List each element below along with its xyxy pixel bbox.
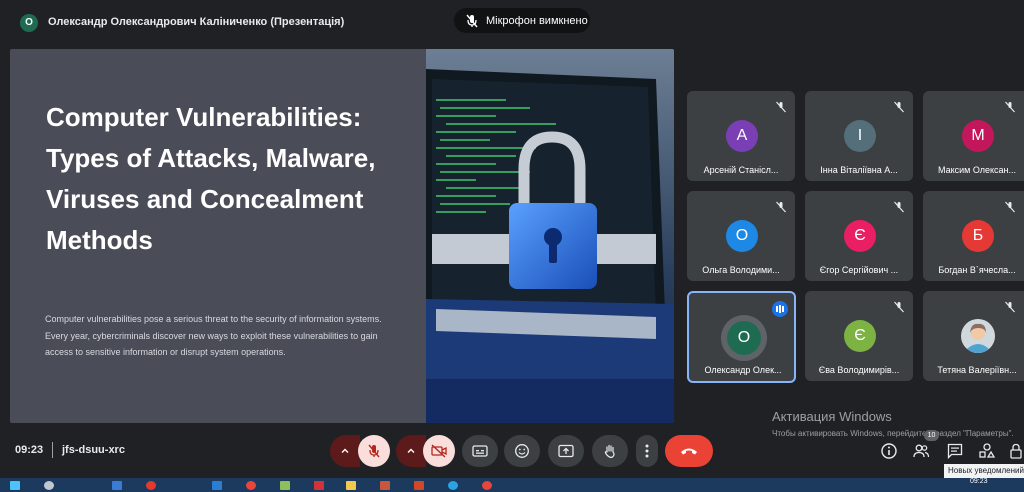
participant-tile[interactable]: Є Єгор Сергійович ... [805,191,913,281]
avatar: О [726,220,758,252]
meeting-code: jfs-dsuu-xrc [62,444,125,456]
windows-activation-subtitle: Чтобы активировать Windows, перейдите в … [772,429,1014,438]
camera-toggle-button[interactable] [423,435,455,467]
slide-title: Computer Vulnerabilities: Types of Attac… [46,102,376,255]
participant-name: Єгор Сергійович ... [819,265,899,275]
participant-tile[interactable]: Б Богдан В`ячесла... [923,191,1024,281]
camera-options-button[interactable] [396,435,426,467]
avatar: А [726,120,758,152]
avatar: І [844,120,876,152]
closed-captions-icon [472,445,488,457]
app-icon[interactable] [112,481,122,490]
participant-name: Арсеній Станісл... [703,165,779,175]
avatar: О [727,321,761,355]
reactions-button[interactable] [504,435,540,467]
participant-tile[interactable]: Тетяна Валеріївн... [923,291,1024,381]
lock-host-controls-icon[interactable] [1008,442,1024,460]
padlock-laptop-image [426,49,674,423]
mic-off-icon [1005,101,1015,113]
app-icon[interactable] [314,481,324,490]
word-icon[interactable] [212,481,222,490]
telegram-icon[interactable] [448,481,458,490]
speaking-indicator-icon [772,301,788,317]
avatar: Є [844,320,876,352]
participant-name: Єва Володимирів... [818,365,900,375]
opera-icon[interactable] [146,481,156,490]
folder-icon[interactable] [346,481,356,490]
participant-tile[interactable]: О Ольга Володими... [687,191,795,281]
participant-tile-active[interactable]: О Олександр Олек... [687,291,796,383]
camera-off-icon [431,444,447,458]
avatar: М [962,120,994,152]
chrome-icon[interactable] [482,481,492,490]
avatar-photo [961,319,995,353]
participant-name: Максим Олексан... [937,165,1017,175]
meeting-info-icon[interactable] [880,442,898,460]
leave-call-button[interactable] [665,435,713,467]
camera-control-group [396,435,458,467]
more-vert-icon [645,444,649,458]
chevron-up-icon [341,448,349,453]
avatar: Б [962,220,994,252]
mic-off-icon [368,444,380,458]
taskbar-clock: 09:23 [970,478,988,485]
participant-tile[interactable]: І Інна Віталіївна А... [805,91,913,181]
powerpoint-icon[interactable] [414,481,424,490]
slide-body: Computer vulnerabilities pose a serious … [45,314,382,357]
mic-off-icon [894,301,904,313]
activities-icon[interactable] [978,442,996,460]
participant-name: Тетяна Валеріївн... [937,365,1017,375]
app-icon[interactable] [380,481,390,490]
participant-name: Ольга Володими... [702,265,780,275]
present-screen-button[interactable] [548,435,584,467]
mic-off-icon [776,101,786,113]
hang-up-icon [681,448,697,455]
mic-off-icon [894,201,904,213]
mic-off-icon [1005,201,1015,213]
participant-name: Богдан В`ячесла... [938,265,1016,275]
mic-status-text: Мікрофон вимкнено [486,14,588,27]
captions-button[interactable] [462,435,498,467]
chevron-up-icon [407,448,415,453]
divider [52,442,53,458]
top-bar: О Олександр Олександрович Каліниченко (П… [0,0,1024,44]
meeting-time: 09:23 [15,444,44,456]
search-icon[interactable] [44,481,54,490]
mic-off-icon [1005,301,1015,313]
presentation-slide: Computer Vulnerabilities: Types of Attac… [10,49,674,423]
mic-status-pill: Мікрофон вимкнено [454,8,590,33]
participant-tile[interactable]: А Арсеній Станісл... [687,91,795,181]
mic-off-icon [466,14,478,27]
app-icon[interactable] [280,481,290,490]
presenter-avatar: О [20,14,38,32]
chrome-icon[interactable] [246,481,256,490]
windows-activation-title: Активация Windows [772,409,892,424]
emoji-icon [515,444,529,458]
avatar: Є [844,220,876,252]
chat-icon[interactable] [946,442,964,460]
mic-control-group [330,435,392,467]
participant-tile[interactable]: Є Єва Володимирів... [805,291,913,381]
more-options-button[interactable] [636,435,658,467]
people-icon[interactable] [912,442,930,460]
presenter-title: Олександр Олександрович Каліниченко (Пре… [48,16,345,28]
participants-count-badge: 10 [924,430,939,441]
participant-name: Олександр Олек... [704,365,782,375]
mic-toggle-button[interactable] [358,435,390,467]
hand-icon [604,444,615,459]
notifications-tooltip: Новых уведомлений [944,464,1024,478]
participant-tile[interactable]: М Максим Олексан... [923,91,1024,181]
windows-start-icon[interactable] [10,481,20,490]
raise-hand-button[interactable] [592,435,628,467]
present-icon [558,444,574,458]
participant-name: Інна Віталіївна А... [820,165,898,175]
mic-options-button[interactable] [330,435,360,467]
mic-off-icon [894,101,904,113]
mic-off-icon [776,201,786,213]
